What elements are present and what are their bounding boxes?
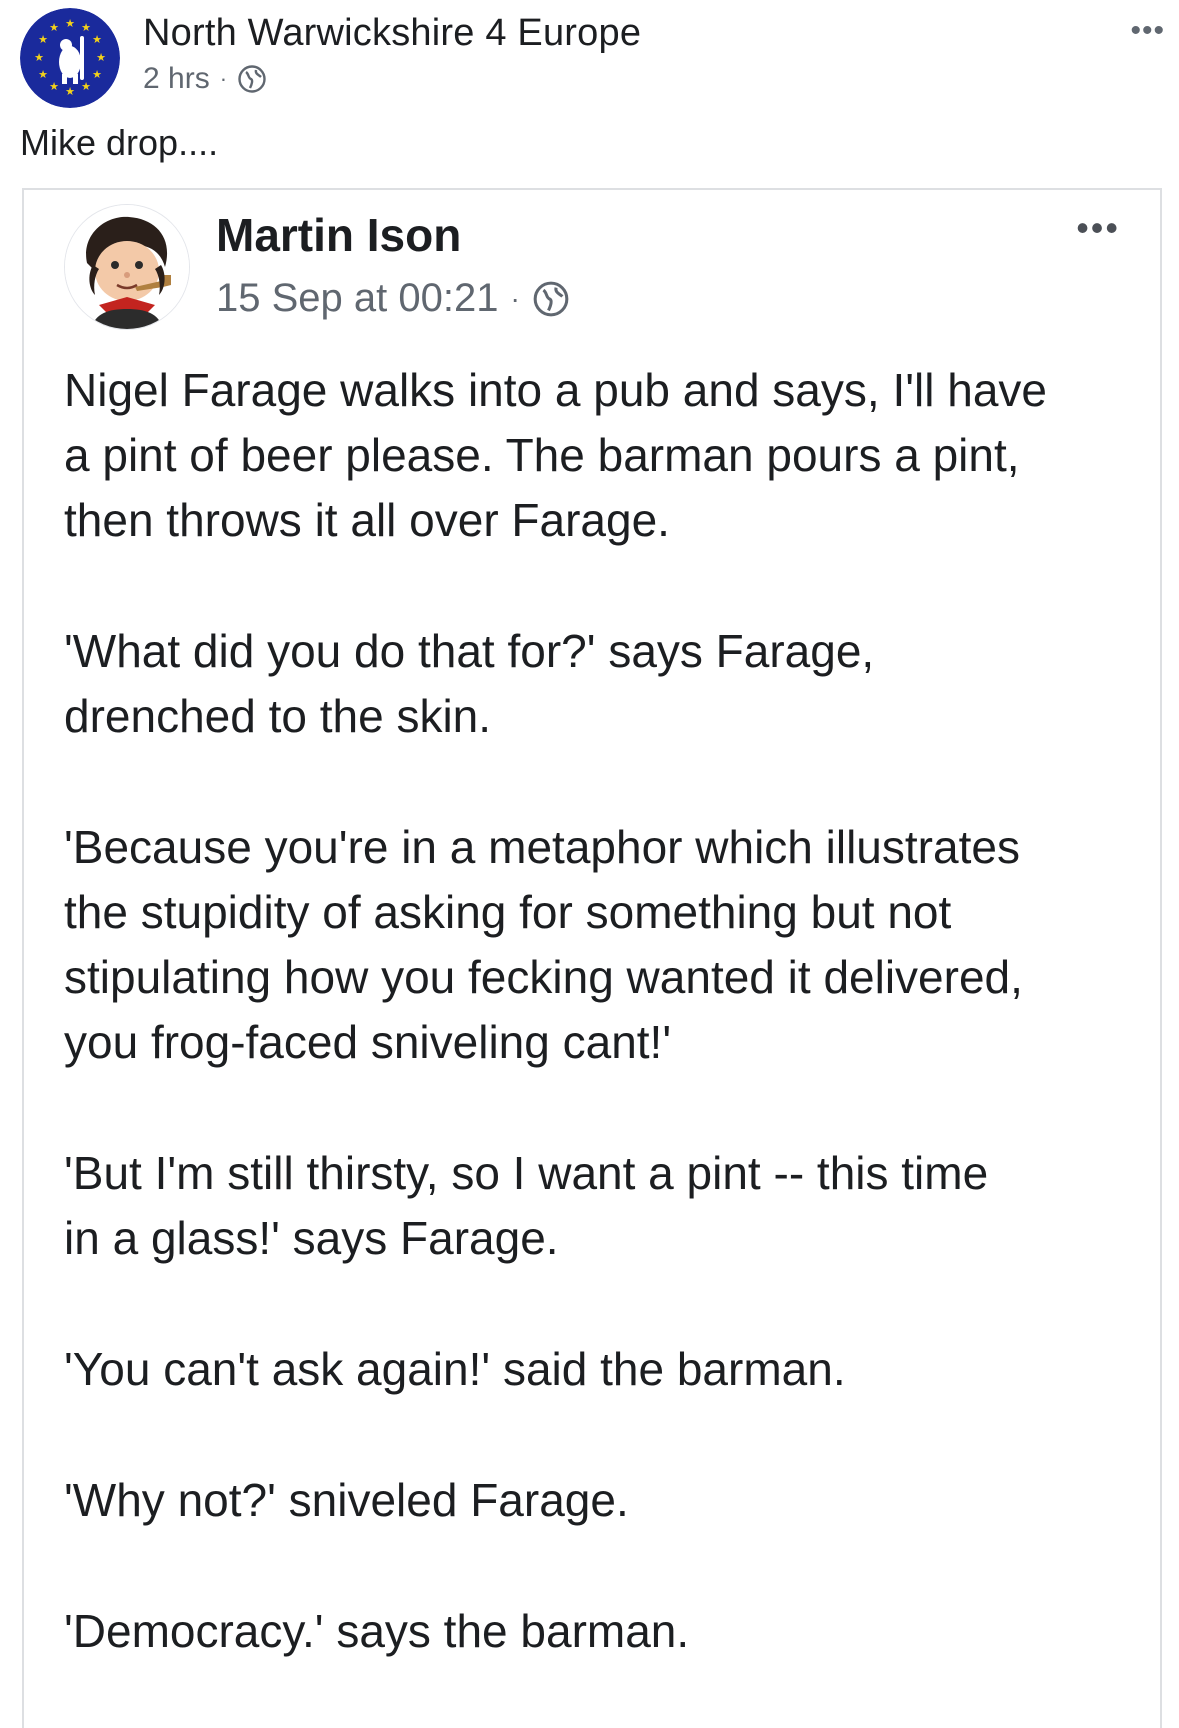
post-paragraph: 'But I'm still thirsty, so I want a pint… <box>64 1147 989 1264</box>
svg-text:★: ★ <box>49 80 59 93</box>
meta-separator: · <box>219 66 228 91</box>
post-timestamp[interactable]: 2 hrs <box>143 62 210 96</box>
post-paragraph: 'Democracy.' says the barman. <box>64 1605 690 1657</box>
outer-post-header: ★ ★ ★ ★ ★ ★ ★ ★ ★ ★ ★ ★ North Warwickshi… <box>0 0 1179 120</box>
meta-separator: · <box>510 282 520 314</box>
svg-text:★: ★ <box>65 85 75 98</box>
globe-icon <box>532 280 570 318</box>
shared-more-options-icon[interactable]: ••• <box>1076 210 1120 246</box>
svg-text:★: ★ <box>65 17 75 30</box>
shared-post-meta: 15 Sep at 00:21 · <box>216 276 570 321</box>
shared-post-body: Nigel Farage walks into a pub and says, … <box>64 358 1144 1664</box>
post-paragraph: 'Why not?' sniveled Farage. <box>64 1474 629 1526</box>
svg-text:★: ★ <box>49 21 59 34</box>
post-paragraph: 'Because you're in a metaphor which illu… <box>64 821 1023 1068</box>
svg-text:★: ★ <box>92 68 102 81</box>
more-options-icon[interactable]: ••• <box>1130 16 1165 46</box>
svg-text:★: ★ <box>38 68 48 81</box>
shared-post-card[interactable]: Martin Ison 15 Sep at 00:21 · ••• Nigel … <box>22 188 1162 1728</box>
post-text: Mike drop.... <box>20 122 219 163</box>
shared-post-timestamp[interactable]: 15 Sep at 00:21 <box>216 276 498 321</box>
page-name[interactable]: North Warwickshire 4 Europe <box>143 12 641 55</box>
svg-text:★: ★ <box>96 51 106 64</box>
svg-text:★: ★ <box>92 33 102 46</box>
svg-text:★: ★ <box>38 33 48 46</box>
author-avatar[interactable] <box>64 204 190 330</box>
globe-icon <box>237 64 267 94</box>
post-meta: 2 hrs · <box>143 62 267 96</box>
page-avatar[interactable]: ★ ★ ★ ★ ★ ★ ★ ★ ★ ★ ★ ★ <box>20 8 120 108</box>
svg-text:★: ★ <box>81 21 91 34</box>
author-name[interactable]: Martin Ison <box>216 208 461 262</box>
post-paragraph: Nigel Farage walks into a pub and says, … <box>64 364 1047 546</box>
svg-text:★: ★ <box>81 80 91 93</box>
post-paragraph: 'What did you do that for?' says Farage,… <box>64 625 875 742</box>
post-paragraph: 'You can't ask again!' said the barman. <box>64 1343 846 1395</box>
svg-text:★: ★ <box>34 51 44 64</box>
